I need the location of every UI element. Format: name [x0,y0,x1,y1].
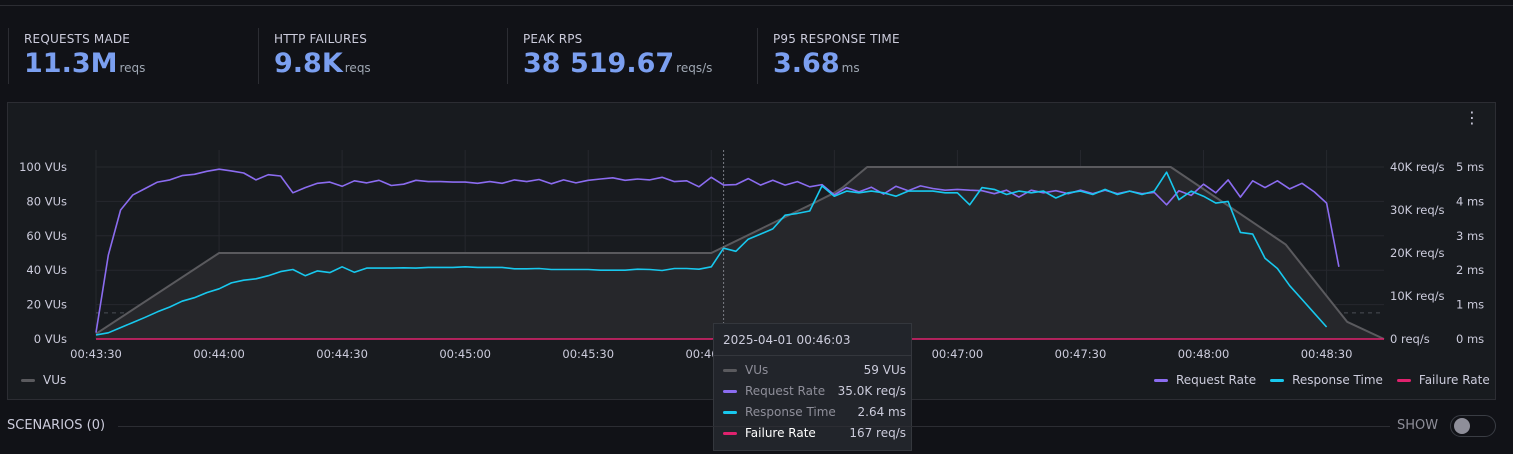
y-left-tick-label: 100 VUs [19,160,67,174]
y-right-ms-tick-label: 2 ms [1456,263,1484,277]
y-left-tick-label: 60 VUs [26,229,67,243]
tooltip-row-name: Failure Rate [745,426,816,440]
toggle-knob [1454,418,1470,434]
legend-label: Failure Rate [1418,373,1490,387]
scenarios-divider [118,426,1390,427]
legend-left: VUs [7,373,66,387]
legend-swatch-vus [21,378,35,382]
y-right-ms-tick-label: 4 ms [1456,194,1484,208]
legend-item-failure-rate[interactable]: Failure Rate [1396,373,1490,387]
legend-item-request-rate[interactable]: Request Rate [1154,373,1256,387]
tooltip-row-value: 35.0K req/s [837,384,906,398]
tooltip-swatch [723,389,737,393]
y-right-rps-tick-label: 30K req/s [1390,203,1445,217]
legend-swatch-failure-rate [1396,378,1411,382]
x-tick-label: 00:45:30 [562,347,614,361]
legend-swatch-request-rate [1154,378,1168,382]
legend-label: Response Time [1292,373,1383,387]
x-tick-label: 00:45:00 [439,347,491,361]
y-right-ms-tick-label: 1 ms [1456,298,1484,312]
y-right-rps-tick-label: 10K req/s [1390,289,1445,303]
x-tick-label: 00:43:30 [70,347,122,361]
tooltip-row-name: Response Time [745,405,836,419]
tooltip-row-value: 2.64 ms [857,405,906,419]
x-tick-label: 00:48:00 [1178,347,1230,361]
tooltip-row-failure-rate: Failure Rate 167 req/s [723,425,906,441]
tooltip-row-value: 167 req/s [849,426,906,440]
legend-right: Request Rate Response Time Failure Rate [1140,373,1490,387]
y-left-tick-label: 20 VUs [26,298,67,312]
tooltip-row-value: 59 VUs [863,363,906,377]
tooltip-swatch [723,431,737,435]
scenarios-header[interactable]: SCENARIOS (0) [7,418,105,433]
legend-item-response-time[interactable]: Response Time [1270,373,1383,387]
y-right-ms-tick-label: 5 ms [1456,160,1484,174]
y-right-rps-tick-label: 20K req/s [1390,246,1445,260]
tooltip-row-request-rate: Request Rate 35.0K req/s [723,383,906,399]
tooltip-time: 2025-04-01 00:46:03 [723,333,851,347]
x-tick-label: 00:48:30 [1301,347,1353,361]
legend-label: Request Rate [1176,373,1257,387]
show-toggle[interactable] [1450,415,1496,437]
y-right-rps-tick-label: 0 req/s [1390,332,1430,346]
tooltip-row-name: VUs [745,363,769,377]
y-right-rps-tick-label: 40K req/s [1390,160,1445,174]
legend-swatch-response-time [1270,378,1285,382]
tooltip-swatch [723,368,737,372]
show-label: SHOW [1397,418,1439,433]
tooltip-row-name: Request Rate [745,384,826,398]
tooltip-row-vus: VUs 59 VUs [723,362,906,378]
y-right-ms-tick-label: 3 ms [1456,229,1484,243]
x-tick-label: 00:44:00 [193,347,245,361]
tooltip-swatch [723,410,737,414]
hover-tooltip: 2025-04-01 00:46:03 VUs 59 VUs Request R… [713,323,912,451]
y-left-tick-label: 80 VUs [26,194,67,208]
x-tick-label: 00:47:00 [932,347,984,361]
y-left-tick-label: 40 VUs [26,263,67,277]
x-tick-label: 00:44:30 [316,347,368,361]
legend-label: VUs [43,373,67,387]
legend-item-vus[interactable]: VUs [21,373,66,387]
y-right-ms-tick-label: 0 ms [1456,332,1484,346]
tooltip-row-response-time: Response Time 2.64 ms [723,404,906,420]
y-left-tick-label: 0 VUs [34,332,67,346]
tooltip-divider [714,355,911,356]
x-tick-label: 00:47:30 [1055,347,1107,361]
